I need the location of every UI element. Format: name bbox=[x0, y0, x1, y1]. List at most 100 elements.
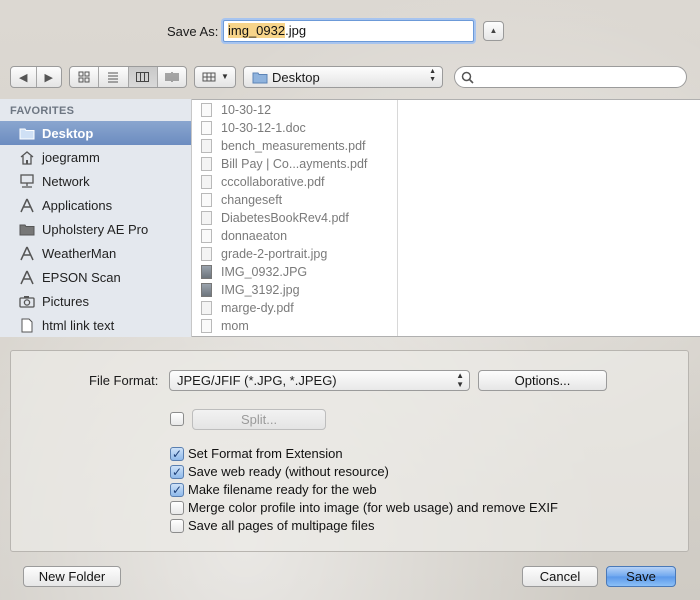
sidebar-header-favorites: FAVORITES bbox=[10, 105, 75, 117]
checkbox-label: Merge color profile into image (for web … bbox=[188, 500, 558, 515]
column-view-button[interactable] bbox=[128, 67, 158, 87]
arrange-grid-icon bbox=[202, 72, 216, 82]
file-format-select[interactable]: JPEG/JFIF (*.JPG, *.JPEG) ▲ ▼ bbox=[169, 370, 470, 391]
file-name: marge-dy.pdf bbox=[221, 301, 294, 315]
camera-icon bbox=[19, 295, 35, 308]
folder-icon bbox=[19, 224, 35, 235]
checkbox-merge-color-profile[interactable] bbox=[170, 501, 184, 515]
image-thumbnail-icon bbox=[201, 265, 212, 279]
location-label: Desktop bbox=[272, 70, 320, 85]
sidebar-item-upholstery-ae-pro[interactable]: Upholstery AE Pro bbox=[0, 217, 191, 241]
sidebar-item-label: joegramm bbox=[42, 149, 100, 165]
image-file-icon bbox=[201, 247, 212, 261]
updown-arrows-icon: ▲ ▼ bbox=[429, 68, 436, 83]
document-icon bbox=[201, 193, 212, 207]
checkbox-set-format-from-extension[interactable]: ✓ bbox=[170, 447, 184, 461]
file-row[interactable]: bench_measurements.pdf bbox=[193, 137, 397, 155]
filename-input[interactable]: img_0932.jpg bbox=[223, 20, 474, 42]
file-row[interactable]: cccollaborative.pdf bbox=[193, 173, 397, 191]
home-icon bbox=[20, 150, 34, 165]
location-popup[interactable]: Desktop ▲ ▼ bbox=[243, 66, 443, 88]
document-icon bbox=[201, 103, 212, 117]
chevron-left-icon: ◀ bbox=[19, 71, 28, 84]
file-row[interactable]: Bill Pay | Co...ayments.pdf bbox=[193, 155, 397, 173]
chevron-down-icon: ▼ bbox=[221, 72, 229, 81]
coverflow-view-button[interactable] bbox=[158, 67, 186, 87]
sidebar-item-epson-scan[interactable]: EPSON Scan bbox=[0, 265, 191, 289]
search-input[interactable] bbox=[477, 69, 677, 85]
file-name: donnaeaton bbox=[221, 229, 288, 243]
search-field[interactable] bbox=[454, 66, 687, 88]
sidebar-item-applications[interactable]: Applications bbox=[0, 193, 191, 217]
save-button[interactable]: Save bbox=[606, 566, 676, 587]
icon-view-icon bbox=[78, 71, 90, 83]
list-view-icon bbox=[108, 72, 119, 83]
desktop-folder-icon bbox=[252, 72, 268, 84]
file-row[interactable]: mom bbox=[193, 317, 397, 335]
pdf-icon bbox=[201, 175, 212, 189]
back-button[interactable]: ◀ bbox=[11, 67, 37, 87]
file-name: changeseft bbox=[221, 193, 283, 207]
checkbox-save-all-pages[interactable] bbox=[170, 519, 184, 533]
file-name: cccollaborative.pdf bbox=[221, 175, 325, 189]
search-icon bbox=[461, 71, 474, 84]
column-view-icon bbox=[136, 72, 150, 82]
back-forward-control: ◀ ▶ bbox=[10, 66, 62, 88]
file-name: mom bbox=[221, 319, 249, 333]
collapse-dialog-button[interactable]: ▲ bbox=[483, 21, 504, 41]
options-button[interactable]: Options... bbox=[478, 370, 607, 391]
checkbox-label: Save web ready (without resource) bbox=[188, 464, 389, 479]
file-row[interactable]: marge-dy.pdf bbox=[193, 299, 397, 317]
split-button: Split... bbox=[192, 409, 326, 430]
list-view-button[interactable] bbox=[99, 67, 129, 87]
file-name: grade-2-portrait.jpg bbox=[221, 247, 328, 261]
checkbox-make-filename-web-ready[interactable]: ✓ bbox=[170, 483, 184, 497]
cancel-button[interactable]: Cancel bbox=[522, 566, 598, 587]
sidebar-item-joegramm[interactable]: joegramm bbox=[0, 145, 191, 169]
sidebar-item-desktop[interactable]: Desktop bbox=[0, 121, 191, 145]
checkbox-label: Set Format from Extension bbox=[188, 446, 343, 461]
file-row[interactable]: changeseft bbox=[193, 191, 397, 209]
desktop-folder-icon bbox=[19, 128, 35, 139]
sidebar-item-label: WeatherMan bbox=[42, 245, 117, 261]
sidebar-item-label: Desktop bbox=[42, 125, 94, 141]
pdf-icon bbox=[201, 157, 212, 171]
file-name: IMG_3192.jpg bbox=[221, 283, 300, 297]
file-name: bench_measurements.pdf bbox=[221, 139, 366, 153]
sidebar-item-label: EPSON Scan bbox=[42, 269, 121, 285]
file-list-column: 10-30-12 10-30-12-1.doc bench_measuremen… bbox=[193, 100, 398, 336]
applications-icon bbox=[20, 270, 34, 284]
file-format-value: JPEG/JFIF (*.JPG, *.JPEG) bbox=[177, 373, 337, 388]
icon-view-button[interactable] bbox=[70, 67, 100, 87]
filename-extension: .jpg bbox=[285, 23, 307, 38]
new-folder-button[interactable]: New Folder bbox=[23, 566, 121, 587]
forward-button[interactable]: ▶ bbox=[37, 67, 62, 87]
network-icon bbox=[20, 174, 34, 188]
document-icon bbox=[201, 229, 212, 243]
file-row[interactable]: DiabetesBookRev4.pdf bbox=[193, 209, 397, 227]
file-format-label: File Format: bbox=[89, 373, 159, 388]
file-name: IMG_0932.JPG bbox=[221, 265, 308, 279]
applications-icon bbox=[20, 246, 34, 260]
file-row[interactable]: IMG_0932.JPG bbox=[193, 263, 397, 281]
document-icon bbox=[21, 318, 33, 332]
file-name: DiabetesBookRev4.pdf bbox=[221, 211, 349, 225]
file-row[interactable]: IMG_3192.jpg bbox=[193, 281, 397, 299]
file-row[interactable]: 10-30-12 bbox=[193, 101, 397, 119]
sidebar-item-weatherman[interactable]: WeatherMan bbox=[0, 241, 191, 265]
image-thumbnail-icon bbox=[201, 283, 212, 297]
file-name: 10-30-12 bbox=[221, 103, 272, 117]
sidebar-item-html-link-text[interactable]: html link text bbox=[0, 313, 191, 337]
sidebar-item-pictures[interactable]: Pictures bbox=[0, 289, 191, 313]
sidebar-item-network[interactable]: Network bbox=[0, 169, 191, 193]
sidebar-item-label: Network bbox=[42, 173, 90, 189]
updown-arrows-icon: ▲ ▼ bbox=[456, 371, 464, 389]
file-row[interactable]: donnaeaton bbox=[193, 227, 397, 245]
split-checkbox[interactable] bbox=[170, 412, 184, 426]
arrange-popup[interactable]: ▼ bbox=[194, 66, 236, 88]
file-row[interactable]: 10-30-12-1.doc bbox=[193, 119, 397, 137]
sidebar-item-label: Applications bbox=[42, 197, 113, 213]
pdf-icon bbox=[201, 211, 212, 225]
file-row[interactable]: grade-2-portrait.jpg bbox=[193, 245, 397, 263]
checkbox-save-web-ready[interactable]: ✓ bbox=[170, 465, 184, 479]
